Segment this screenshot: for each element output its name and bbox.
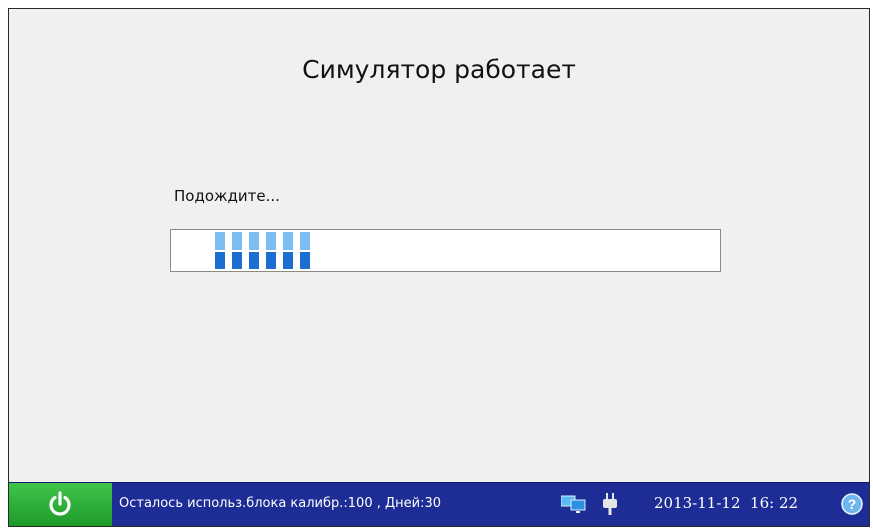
- progress-segment: [232, 232, 242, 269]
- wait-status-text: Подождите...: [174, 187, 280, 205]
- progress-segment: [300, 232, 310, 269]
- date-label: 2013-11-12: [654, 494, 741, 512]
- window-title: Симулятор работает: [302, 55, 576, 84]
- power-button[interactable]: [9, 483, 112, 526]
- network-icon[interactable]: [561, 494, 587, 514]
- progress-bar: [170, 229, 721, 272]
- help-icon[interactable]: ?: [841, 493, 863, 515]
- progress-segment: [215, 232, 225, 269]
- progress-segment: [266, 232, 276, 269]
- clock[interactable]: 2013-11-12 16: 22: [654, 494, 798, 512]
- progress-segment: [283, 232, 293, 269]
- progress-segment: [249, 232, 259, 269]
- simulator-window: Симулятор работает Подождите... Осталось…: [8, 8, 870, 527]
- power-icon: [49, 491, 71, 516]
- plug-icon[interactable]: [602, 492, 618, 516]
- svg-text:?: ?: [848, 496, 857, 512]
- taskbar: Осталось использ.блока калибр.:100 , Дне…: [9, 482, 869, 526]
- time-label: 16: 22: [750, 494, 799, 512]
- calibration-remaining-text: Осталось использ.блока калибр.:100 , Дне…: [119, 496, 442, 511]
